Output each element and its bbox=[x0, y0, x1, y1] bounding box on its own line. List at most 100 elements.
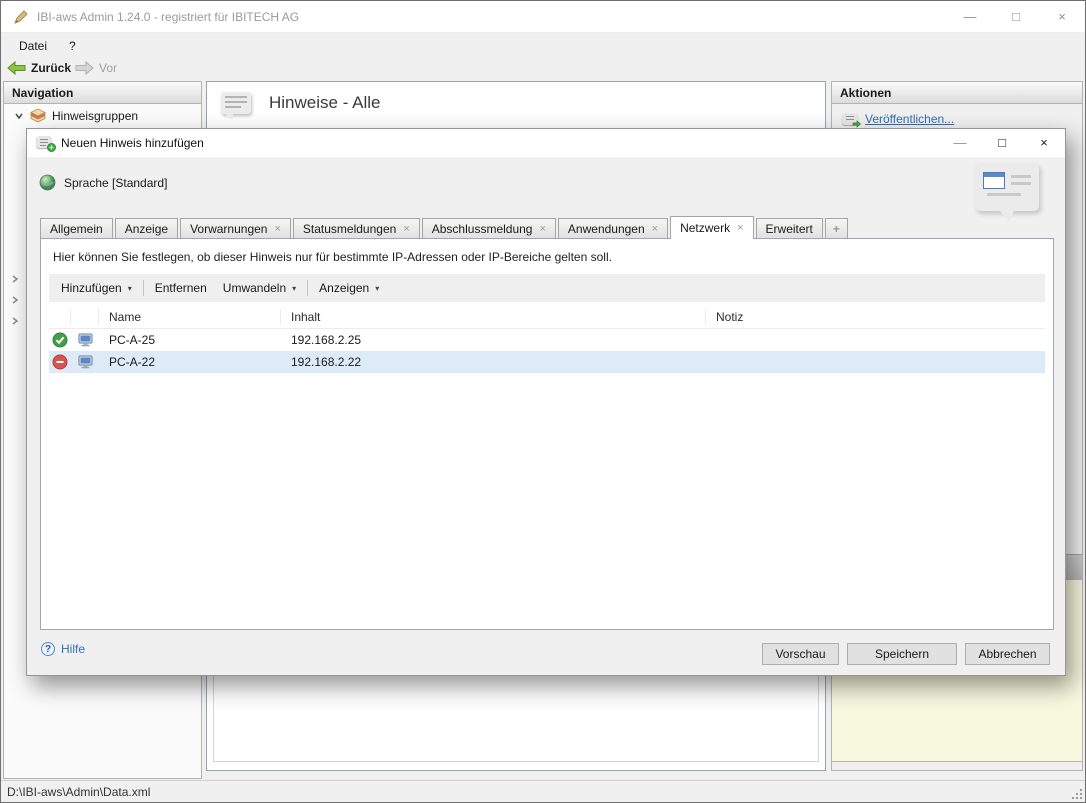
tab-vorwarnungen[interactable]: Vorwarnungen × bbox=[180, 218, 291, 238]
chevron-right-icon[interactable] bbox=[10, 295, 20, 305]
back-arrow-icon bbox=[7, 61, 26, 75]
package-icon bbox=[30, 108, 46, 123]
network-tab-panel: Hier können Sie festlegen, ob dieser Hin… bbox=[40, 238, 1054, 630]
caret-down-icon: ▾ bbox=[127, 283, 132, 293]
cell-name: PC-A-25 bbox=[109, 333, 156, 347]
forward-button[interactable]: Vor bbox=[75, 61, 117, 75]
tab-label: Anzeige bbox=[124, 221, 169, 236]
close-button[interactable]: × bbox=[1039, 1, 1085, 33]
statusbar-path: D:\IBI-aws\Admin\Data.xml bbox=[7, 785, 151, 799]
statusbar: D:\IBI-aws\Admin\Data.xml bbox=[1, 780, 1085, 802]
table-header: Name Inhalt Notiz bbox=[49, 305, 1045, 329]
help-link[interactable]: Hilfe bbox=[61, 642, 85, 656]
tab-add-button[interactable]: + bbox=[824, 218, 848, 238]
toolbar-separator bbox=[307, 280, 309, 296]
app-window: IBI-aws Admin 1.24.0 - registriert für I… bbox=[0, 0, 1086, 803]
table-row[interactable]: PC-A-22 192.168.2.22 bbox=[49, 351, 1045, 373]
col-type bbox=[71, 308, 99, 325]
tab-anzeige[interactable]: Anzeige bbox=[114, 218, 179, 238]
show-entries-button[interactable]: Anzeigen ▾ bbox=[311, 277, 387, 299]
computer-icon bbox=[71, 355, 99, 369]
tab-label: Statusmeldungen bbox=[302, 221, 397, 236]
preview-button[interactable]: Vorschau bbox=[762, 643, 839, 665]
tab-close-icon[interactable]: × bbox=[403, 223, 409, 234]
tab-close-icon[interactable]: × bbox=[737, 222, 743, 233]
main-header: Hinweise - Alle bbox=[221, 92, 381, 120]
tab-label: Erweitert bbox=[765, 221, 813, 236]
convert-entry-button[interactable]: Umwandeln ▾ bbox=[215, 277, 304, 299]
col-name[interactable]: Name bbox=[99, 308, 281, 325]
tab-erweitert[interactable]: Erweitert bbox=[755, 218, 823, 238]
hint-bubble-icon bbox=[221, 92, 251, 120]
tab-abschlussmeldung[interactable]: Abschlussmeldung × bbox=[421, 218, 556, 238]
table-toolbar: Hinzufügen ▾ Entfernen Umwandeln ▾ Anzei… bbox=[49, 274, 1045, 302]
tab-close-icon[interactable]: × bbox=[274, 223, 280, 234]
app-toolbar: Zurück Vor bbox=[1, 57, 1085, 79]
tab-netzwerk[interactable]: Netzwerk × bbox=[670, 216, 754, 239]
minimize-button[interactable]: — bbox=[947, 1, 993, 33]
chevron-right-icon[interactable] bbox=[10, 274, 20, 284]
tab-label: Allgemein bbox=[50, 221, 103, 236]
allowed-icon bbox=[49, 332, 71, 348]
navigation-header: Navigation bbox=[4, 82, 201, 104]
cell-content: 192.168.2.22 bbox=[291, 355, 362, 369]
back-button[interactable]: Zurück bbox=[7, 61, 71, 75]
titlebar: IBI-aws Admin 1.24.0 - registriert für I… bbox=[1, 1, 1085, 33]
publish-action[interactable]: Veröffentlichen... bbox=[832, 104, 1082, 128]
col-inhalt[interactable]: Inhalt bbox=[281, 308, 706, 325]
tab-description: Hier können Sie festlegen, ob dieser Hin… bbox=[53, 250, 612, 264]
col-status bbox=[49, 308, 71, 325]
tab-label: Vorwarnungen bbox=[190, 221, 268, 236]
table-row[interactable]: PC-A-25 192.168.2.25 bbox=[49, 329, 1045, 351]
dialog-maximize-button[interactable]: □ bbox=[981, 129, 1023, 157]
dialog-tabs: Allgemein Anzeige Vorwarnungen × Statusmeldu… bbox=[40, 215, 975, 239]
cancel-button[interactable]: Abbrechen bbox=[965, 643, 1050, 665]
toolbar-separator bbox=[142, 280, 144, 296]
dialog-close-button[interactable]: × bbox=[1023, 129, 1065, 157]
network-table-body: PC-A-25 192.168.2.25 PC-A-22 192.168.2.22 bbox=[49, 329, 1045, 373]
hint-watermark-icon bbox=[975, 163, 1039, 224]
tab-label: Anwendungen bbox=[567, 221, 645, 236]
publish-icon bbox=[842, 113, 861, 128]
help-icon: ? bbox=[41, 642, 55, 656]
dialog-minimize-button[interactable]: — bbox=[939, 129, 981, 157]
network-table: Name Inhalt Notiz PC-A-25 192.168.2.25 PC-… bbox=[49, 305, 1045, 373]
chevron-right-icon[interactable] bbox=[10, 316, 20, 326]
window-title: IBI-aws Admin 1.24.0 - registriert für I… bbox=[37, 10, 300, 24]
tab-label: + bbox=[832, 221, 840, 236]
chevron-down-icon[interactable] bbox=[14, 111, 24, 121]
tab-statusmeldungen[interactable]: Statusmeldungen × bbox=[292, 218, 420, 238]
tab-label: Abschlussmeldung bbox=[431, 221, 533, 236]
tab-close-icon[interactable]: × bbox=[539, 223, 545, 234]
help-action[interactable]: ? Hilfe bbox=[41, 642, 85, 656]
forward-arrow-icon bbox=[75, 61, 94, 75]
tab-close-icon[interactable]: × bbox=[652, 223, 658, 234]
col-notiz[interactable]: Notiz bbox=[706, 309, 1045, 325]
globe-icon bbox=[39, 174, 56, 191]
language-label: Sprache [Standard] bbox=[64, 175, 168, 190]
menu-help[interactable]: ? bbox=[59, 37, 86, 55]
cell-name: PC-A-22 bbox=[109, 355, 156, 369]
maximize-button[interactable]: □ bbox=[993, 1, 1039, 33]
denied-icon bbox=[49, 354, 71, 370]
publish-link[interactable]: Veröffentlichen... bbox=[865, 112, 954, 126]
actions-header: Aktionen bbox=[832, 82, 1082, 104]
tab-allgemein[interactable]: Allgemein bbox=[40, 218, 113, 238]
app-icon bbox=[13, 9, 29, 25]
sidebar-item-hinweisgruppen[interactable]: Hinweisgruppen bbox=[4, 104, 201, 127]
add-hint-dialog: + Neuen Hinweis hinzufügen — □ × Sprache… bbox=[26, 128, 1066, 676]
remove-entry-button[interactable]: Entfernen bbox=[147, 277, 215, 299]
dialog-title: Neuen Hinweis hinzufügen bbox=[61, 136, 204, 150]
resize-grip[interactable] bbox=[1070, 787, 1082, 799]
tab-anwendungen[interactable]: Anwendungen × bbox=[557, 218, 669, 238]
dialog-buttons: Vorschau Speichern Abbrechen bbox=[762, 643, 1050, 665]
caret-down-icon: ▾ bbox=[292, 283, 297, 293]
tab-label: Netzwerk bbox=[680, 220, 731, 235]
caret-down-icon: ▾ bbox=[375, 283, 380, 293]
language-row: Sprache [Standard] bbox=[39, 174, 167, 191]
menu-datei[interactable]: Datei bbox=[9, 37, 57, 55]
save-button[interactable]: Speichern bbox=[847, 643, 957, 665]
menubar: Datei ? bbox=[1, 34, 1085, 57]
collapsed-tree-items bbox=[10, 274, 20, 326]
add-entry-button[interactable]: Hinzufügen ▾ bbox=[53, 277, 140, 299]
